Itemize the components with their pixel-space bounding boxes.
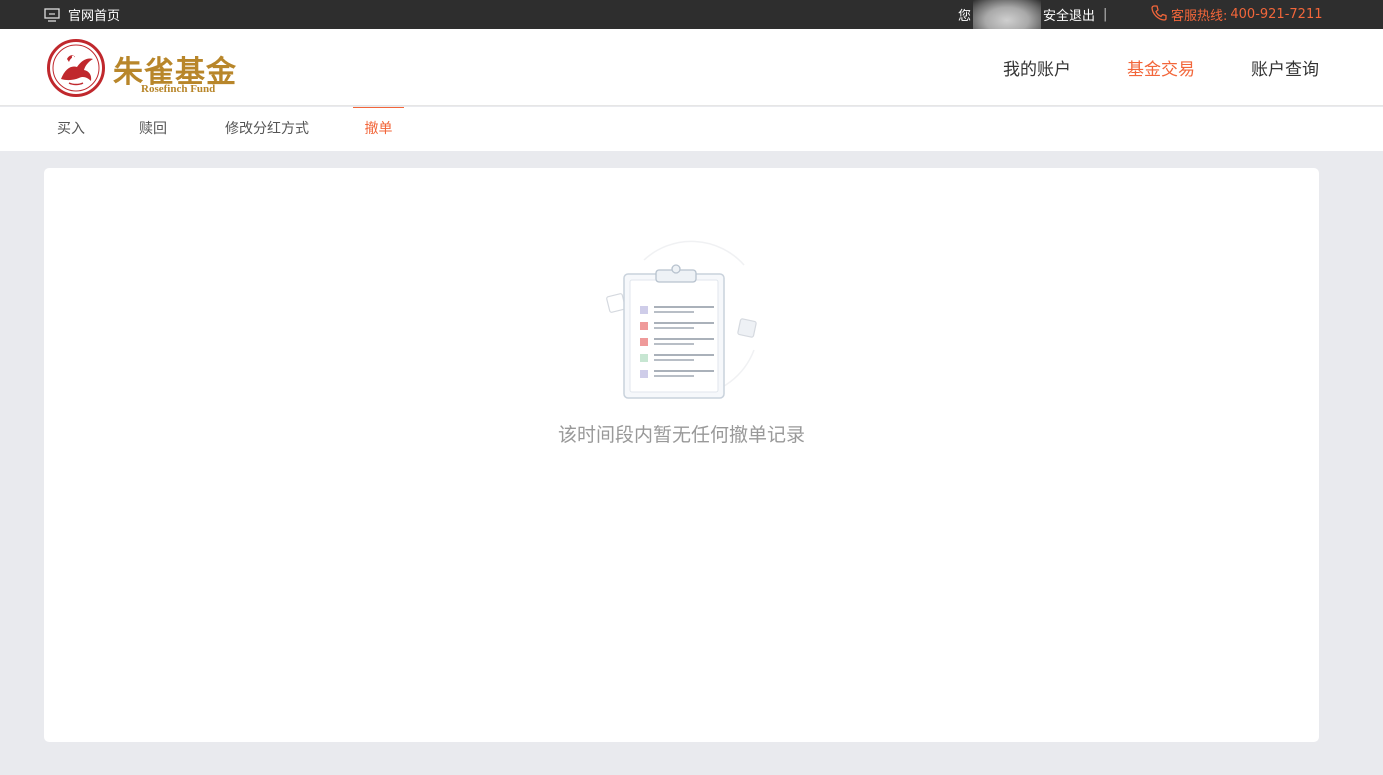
tab-cancel-order[interactable]: 撤单 xyxy=(353,107,404,151)
nav-my-account[interactable]: 我的账户 xyxy=(1003,55,1071,80)
tab-redeem[interactable]: 赎回 xyxy=(137,107,169,151)
clipboard-list-icon xyxy=(604,240,774,415)
sub-nav: 买入 赎回 修改分红方式 撤单 xyxy=(0,107,1383,151)
empty-state-message: 该时间段内暂无任何撤单记录 xyxy=(557,424,805,446)
brand-logo[interactable]: 朱雀基金 Rosefinch Fund xyxy=(47,39,243,101)
logout-link[interactable]: 安全退出 xyxy=(1043,5,1095,24)
user-area: 您 安全退出 | xyxy=(958,0,1107,29)
tab-buy[interactable]: 买入 xyxy=(55,107,87,151)
official-home-link[interactable]: 官网首页 xyxy=(44,0,120,29)
hotline-label: 客服热线: xyxy=(1171,9,1228,24)
brand-name-en: Rosefinch Fund xyxy=(141,83,216,95)
brand-wordmark: 朱雀基金 Rosefinch Fund xyxy=(113,41,243,99)
greeting-text: 您 xyxy=(958,9,972,24)
content-panel: 该时间段内暂无任何撤单记录 xyxy=(44,168,1319,742)
top-bar: 官网首页 您 安全退出 | 客服热线: 400-921-7211 xyxy=(0,0,1383,29)
nav-account-query[interactable]: 账户查询 xyxy=(1251,55,1319,80)
site-header: 朱雀基金 Rosefinch Fund 我的账户 基金交易 账户查询 xyxy=(0,29,1383,106)
rosefinch-seal-icon xyxy=(47,39,105,101)
official-home-label: 官网首页 xyxy=(68,9,121,24)
hotline-number: 400-921-7211 xyxy=(1230,7,1323,22)
hotline: 客服热线: 400-921-7211 xyxy=(1150,0,1322,29)
main-nav: 我的账户 基金交易 账户查询 xyxy=(1003,29,1319,106)
nav-fund-trade[interactable]: 基金交易 xyxy=(1127,55,1195,80)
username-redacted xyxy=(973,0,1042,29)
monitor-icon xyxy=(44,7,60,22)
tab-change-dividend[interactable]: 修改分红方式 xyxy=(221,107,313,151)
divider: | xyxy=(1103,7,1108,22)
phone-icon xyxy=(1150,4,1168,26)
